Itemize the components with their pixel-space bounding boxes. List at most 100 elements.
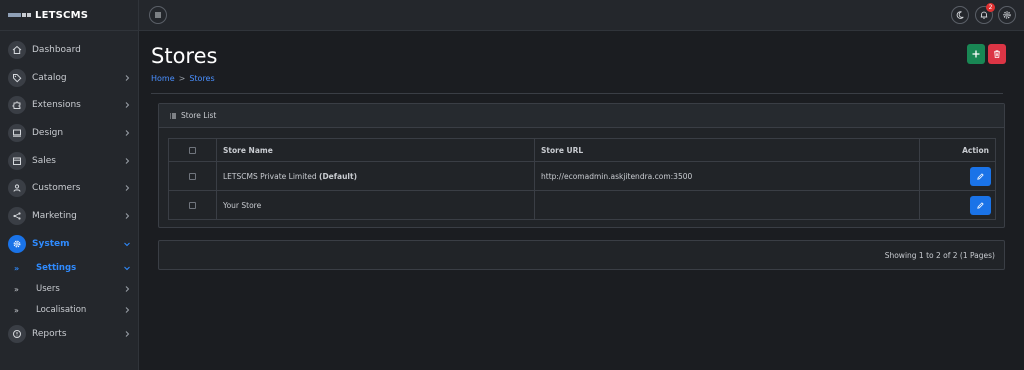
store-icon [8, 151, 26, 170]
edit-button[interactable] [970, 195, 991, 215]
table-row: Your Store [168, 190, 996, 220]
trash-icon [994, 50, 1000, 58]
add-store-button[interactable] [967, 44, 985, 64]
store-list-card: Store List Store Name Store URL Action L… [158, 103, 1005, 228]
breadcrumb-stores[interactable]: Stores [189, 74, 214, 83]
pencil-icon [977, 201, 984, 209]
plus-icon [972, 50, 980, 58]
home-icon [8, 40, 26, 59]
brand[interactable]: LETSCMS [0, 0, 138, 31]
chevron-right-icon [125, 286, 130, 292]
sidebar-nav: Dashboard Catalog Extensions Design Sale… [0, 31, 138, 348]
settings-button[interactable] [998, 6, 1016, 24]
sidebar-item-label: Design [32, 127, 64, 138]
sidebar-item-catalog[interactable]: Catalog [0, 64, 138, 92]
sidebar-item-label: System [32, 238, 70, 249]
store-name: LETSCMS Private Limited [223, 171, 317, 181]
monitor-icon [8, 123, 26, 142]
share-icon [8, 206, 26, 225]
store-url-cell: http://ecomadmin.askjitendra.com:3500 [534, 161, 920, 191]
card-title: Store List [181, 111, 217, 120]
table-header-row: Store Name Store URL Action [168, 138, 996, 162]
table-row: LETSCMS Private Limited (Default) http:/… [168, 161, 996, 191]
sidebar-item-customers[interactable]: Customers [0, 174, 138, 202]
puzzle-icon [8, 96, 26, 115]
breadcrumb-separator: > [178, 74, 186, 83]
moon-icon [956, 11, 964, 19]
sidebar-subitem-label: Users [36, 284, 60, 294]
store-name-cell: Your Store [216, 190, 535, 220]
alert-icon [8, 325, 26, 344]
bullet-icon: » [14, 263, 20, 273]
row-select-cell [168, 161, 217, 191]
chevron-right-icon [125, 74, 130, 81]
sidebar-item-marketing[interactable]: Marketing [0, 202, 138, 230]
sidebar-subitem-localisation[interactable]: » Localisation [0, 300, 138, 321]
action-cell [919, 161, 996, 191]
sidebar-item-label: Reports [32, 329, 67, 340]
action-cell [919, 190, 996, 220]
sidebar-item-label: Dashboard [32, 44, 81, 55]
pencil-icon [977, 172, 984, 180]
card-header: Store List [159, 104, 1004, 128]
sidebar-item-extensions[interactable]: Extensions [0, 91, 138, 119]
store-name-cell: LETSCMS Private Limited (Default) [216, 161, 535, 191]
row-checkbox[interactable] [189, 173, 196, 180]
sidebar-subitem-users[interactable]: » Users [0, 279, 138, 300]
store-url-cell [534, 190, 920, 220]
menu-toggle-button[interactable] [149, 6, 167, 24]
theme-toggle-button[interactable] [951, 6, 969, 24]
chevron-right-icon [125, 130, 130, 136]
sidebar-item-label: Customers [32, 183, 81, 194]
row-checkbox[interactable] [189, 202, 196, 209]
sidebar-item-label: Marketing [32, 210, 77, 221]
breadcrumb-home[interactable]: Home [151, 74, 175, 83]
chevron-down-icon [124, 266, 130, 271]
column-store-url[interactable]: Store URL [534, 138, 920, 162]
bullet-icon: » [14, 305, 19, 315]
sidebar-item-label: Sales [32, 155, 56, 166]
delete-store-button[interactable] [988, 44, 1006, 64]
column-store-name[interactable]: Store Name [216, 138, 535, 162]
sidebar-subitem-label: Localisation [36, 305, 87, 315]
brand-logo [8, 13, 31, 17]
sidebar-item-label: Catalog [32, 72, 67, 83]
sidebar-item-sales[interactable]: Sales [0, 147, 138, 175]
list-icon [170, 113, 176, 118]
hamburger-icon [155, 12, 161, 18]
column-action: Action [919, 138, 996, 162]
bullet-icon: » [14, 284, 19, 294]
header-divider [151, 93, 1003, 94]
row-select-cell [168, 190, 217, 220]
gear-icon [1003, 11, 1011, 19]
sidebar-subitem-settings[interactable]: » Settings [0, 258, 138, 279]
store-table: Store Name Store URL Action LETSCMS Priv… [168, 138, 996, 220]
sidebar: LETSCMS Dashboard Catalog Extensions Des… [0, 0, 139, 370]
gear-icon [8, 234, 26, 253]
sidebar-item-system[interactable]: System [0, 230, 138, 258]
chevron-right-icon [125, 185, 130, 192]
sidebar-item-design[interactable]: Design [0, 119, 138, 147]
edit-button[interactable] [970, 166, 991, 186]
chevron-right-icon [125, 331, 130, 338]
select-all-checkbox[interactable] [189, 147, 196, 154]
chevron-right-icon [125, 157, 130, 164]
notification-count-badge: 2 [986, 3, 995, 12]
notifications-button[interactable]: 2 [975, 3, 995, 24]
sidebar-subitem-label: Settings [36, 263, 77, 273]
breadcrumb: Home > Stores [151, 74, 215, 83]
sidebar-item-dashboard[interactable]: Dashboard [0, 36, 138, 64]
brand-name: LETSCMS [35, 9, 89, 21]
pagination-summary: Showing 1 to 2 of 2 (1 Pages) [884, 250, 995, 260]
pagination-card: Showing 1 to 2 of 2 (1 Pages) [158, 240, 1005, 270]
chevron-down-icon [124, 242, 130, 246]
select-all-cell [168, 138, 217, 162]
default-tag: (Default) [319, 171, 358, 181]
chevron-right-icon [125, 307, 130, 313]
sidebar-item-label: Extensions [32, 100, 81, 111]
sidebar-item-reports[interactable]: Reports [0, 321, 138, 349]
chevron-right-icon [125, 102, 130, 109]
tag-icon [8, 68, 26, 87]
user-icon [8, 179, 26, 198]
page-title: Stores [151, 44, 218, 68]
